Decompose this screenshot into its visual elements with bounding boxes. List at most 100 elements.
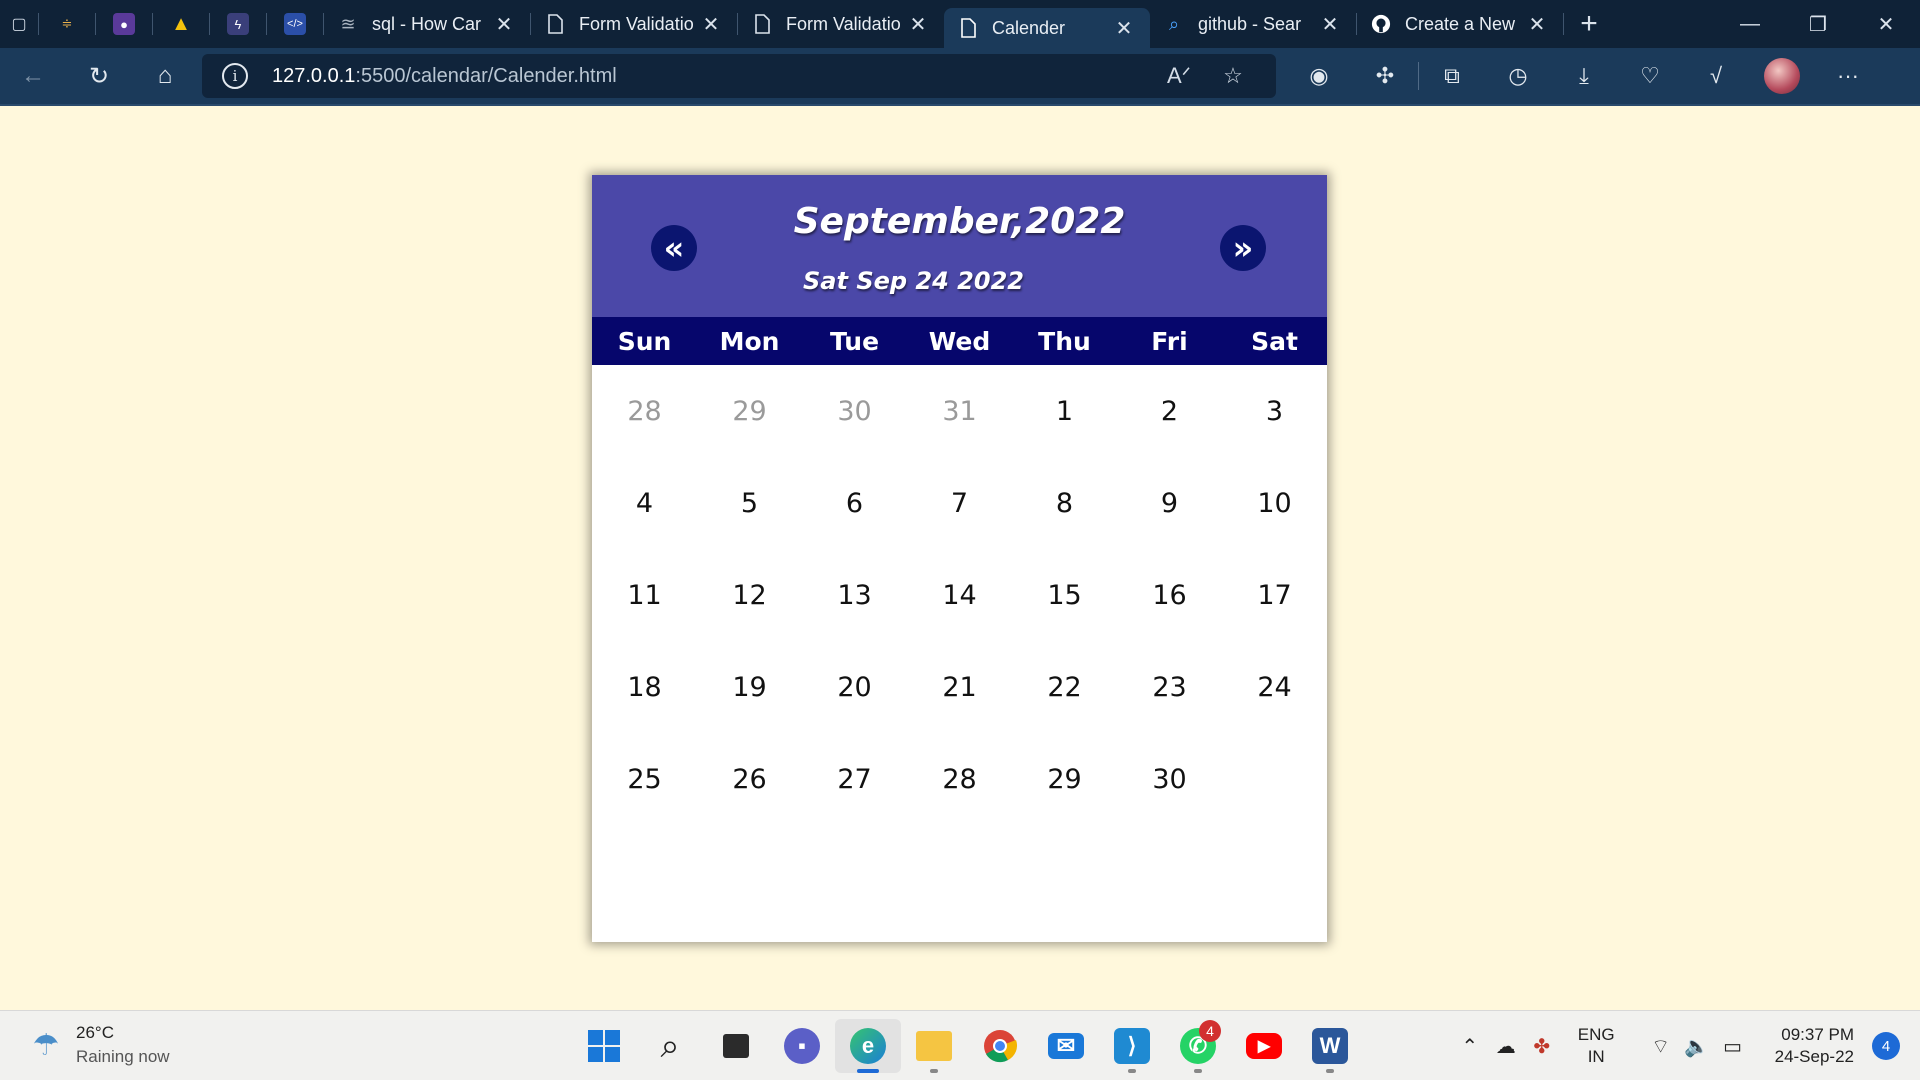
day-cell[interactable]: 5: [697, 457, 802, 549]
extension-circle-icon[interactable]: ◉: [1286, 47, 1352, 105]
url-text[interactable]: 127.0.0.1:5500/calendar/Calender.html: [272, 65, 1152, 88]
info-icon[interactable]: i: [222, 63, 248, 89]
language-indicator[interactable]: ENG IN: [1578, 1024, 1615, 1068]
chevron-up-icon[interactable]: ⌃: [1452, 1034, 1488, 1059]
calendar-header: « September,2022 Sat Sep 24 2022 »: [592, 175, 1327, 317]
tab-create-new[interactable]: Create a New ✕: [1357, 0, 1563, 48]
cloud-icon[interactable]: ☁: [1488, 1034, 1524, 1059]
day-grid: 28 29 30 31 1 2 3 4 5 6 7 8 9 10 11 12 1…: [592, 365, 1327, 825]
day-cell[interactable]: 19: [697, 641, 802, 733]
day-cell[interactable]: 6: [802, 457, 907, 549]
clock[interactable]: 09:37 PM 24-Sep-22: [1775, 1024, 1854, 1068]
home-button[interactable]: ⌂: [132, 47, 198, 105]
volume-icon[interactable]: 🔈: [1679, 1034, 1715, 1059]
whatsapp-button[interactable]: ✆ 4: [1165, 1019, 1231, 1073]
day-cell[interactable]: 18: [592, 641, 697, 733]
weather-widget[interactable]: ☂ 26°C Raining now: [26, 1021, 170, 1069]
day-cell[interactable]: 16: [1117, 549, 1222, 641]
day-cell[interactable]: 20: [802, 641, 907, 733]
tab-calender[interactable]: Calender ✕: [944, 8, 1150, 48]
refresh-button[interactable]: ↻: [66, 47, 132, 105]
tab-actions-icon[interactable]: ▢: [0, 0, 38, 48]
close-icon[interactable]: ✕: [699, 12, 723, 37]
day-cell[interactable]: 7: [907, 457, 1012, 549]
vscode-button[interactable]: ⟩: [1099, 1019, 1165, 1073]
wifi-icon[interactable]: ⌔: [1643, 1034, 1679, 1059]
day-cell[interactable]: 22: [1012, 641, 1117, 733]
health-icon[interactable]: ♡: [1617, 47, 1683, 105]
downloads-icon[interactable]: ⤓: [1551, 47, 1617, 105]
close-icon[interactable]: ✕: [1112, 16, 1136, 41]
day-cell[interactable]: 11: [592, 549, 697, 641]
mail-button[interactable]: ✉: [1033, 1019, 1099, 1073]
start-button[interactable]: [571, 1019, 637, 1073]
restore-button[interactable]: ❐: [1784, 0, 1852, 48]
day-cell[interactable]: 14: [907, 549, 1012, 641]
day-cell[interactable]: 13: [802, 549, 907, 641]
pinned-tab-5[interactable]: </>: [267, 0, 323, 48]
day-cell[interactable]: 10: [1222, 457, 1327, 549]
pinned-tab-2[interactable]: ●: [96, 0, 152, 48]
day-cell[interactable]: 17: [1222, 549, 1327, 641]
tab-sql[interactable]: ≊ sql - How Car ✕: [324, 0, 530, 48]
day-cell[interactable]: 21: [907, 641, 1012, 733]
app-tray-icon[interactable]: ✤: [1524, 1034, 1560, 1059]
new-tab-button[interactable]: +: [1564, 0, 1614, 48]
tab-github-search[interactable]: ⌕ github - Sear ✕: [1150, 0, 1356, 48]
youtube-button[interactable]: ▶: [1231, 1019, 1297, 1073]
add-favorite-icon[interactable]: ☆: [1206, 63, 1260, 89]
notification-center-badge[interactable]: 4: [1872, 1032, 1900, 1060]
weather-text: 26°C Raining now: [76, 1021, 170, 1069]
history-icon[interactable]: ◷: [1485, 47, 1551, 105]
address-bar[interactable]: i 127.0.0.1:5500/calendar/Calender.html …: [202, 54, 1276, 98]
day-cell[interactable]: 29: [1012, 733, 1117, 825]
back-button[interactable]: ←: [0, 47, 66, 105]
next-month-button[interactable]: »: [1220, 225, 1266, 271]
read-aloud-icon[interactable]: Aᐟ: [1152, 63, 1206, 89]
browser-toolbar: ← ↻ ⌂ i 127.0.0.1:5500/calendar/Calender…: [0, 48, 1920, 106]
extensions-icon[interactable]: ✣: [1352, 47, 1418, 105]
close-icon[interactable]: ✕: [906, 12, 930, 37]
stack-overflow-icon: ≊: [340, 13, 356, 34]
tab-form-validation-1[interactable]: Form Validatio ✕: [531, 0, 737, 48]
teams-chat-button[interactable]: ▪: [769, 1019, 835, 1073]
minimize-button[interactable]: —: [1716, 0, 1784, 48]
weather-temp: 26°C: [76, 1023, 114, 1042]
close-window-button[interactable]: ✕: [1852, 0, 1920, 48]
day-cell[interactable]: 24: [1222, 641, 1327, 733]
edge-button[interactable]: e: [835, 1019, 901, 1073]
close-icon[interactable]: ✕: [1318, 12, 1342, 37]
battery-icon[interactable]: ▭: [1715, 1034, 1751, 1059]
pinned-tab-1[interactable]: ≑: [39, 0, 95, 48]
day-cell[interactable]: 12: [697, 549, 802, 641]
day-cell[interactable]: 2: [1117, 365, 1222, 457]
day-cell[interactable]: 28: [907, 733, 1012, 825]
tab-title: Create a New: [1405, 13, 1516, 34]
math-solver-icon[interactable]: √: [1683, 47, 1749, 105]
profile-button[interactable]: [1749, 47, 1815, 105]
day-cell[interactable]: 25: [592, 733, 697, 825]
pinned-tab-3[interactable]: ▲: [153, 0, 209, 48]
chat-icon: ▪: [784, 1028, 820, 1064]
day-cell[interactable]: 8: [1012, 457, 1117, 549]
more-menu-icon[interactable]: ···: [1815, 47, 1881, 105]
task-view-button[interactable]: [703, 1019, 769, 1073]
file-explorer-button[interactable]: [901, 1019, 967, 1073]
day-cell[interactable]: 9: [1117, 457, 1222, 549]
tab-form-validation-2[interactable]: Form Validatio ✕: [738, 0, 944, 48]
day-cell[interactable]: 1: [1012, 365, 1117, 457]
pinned-tab-4[interactable]: ϟ: [210, 0, 266, 48]
close-icon[interactable]: ✕: [1525, 12, 1549, 37]
day-cell[interactable]: 3: [1222, 365, 1327, 457]
day-cell[interactable]: 27: [802, 733, 907, 825]
chrome-button[interactable]: [967, 1019, 1033, 1073]
close-icon[interactable]: ✕: [492, 12, 516, 37]
day-cell[interactable]: 4: [592, 457, 697, 549]
day-cell[interactable]: 26: [697, 733, 802, 825]
day-cell[interactable]: 30: [1117, 733, 1222, 825]
day-cell[interactable]: 23: [1117, 641, 1222, 733]
day-cell[interactable]: 15: [1012, 549, 1117, 641]
word-button[interactable]: W: [1297, 1019, 1363, 1073]
collections-icon[interactable]: ⧉: [1419, 47, 1485, 105]
search-button[interactable]: ⌕: [637, 1019, 703, 1073]
